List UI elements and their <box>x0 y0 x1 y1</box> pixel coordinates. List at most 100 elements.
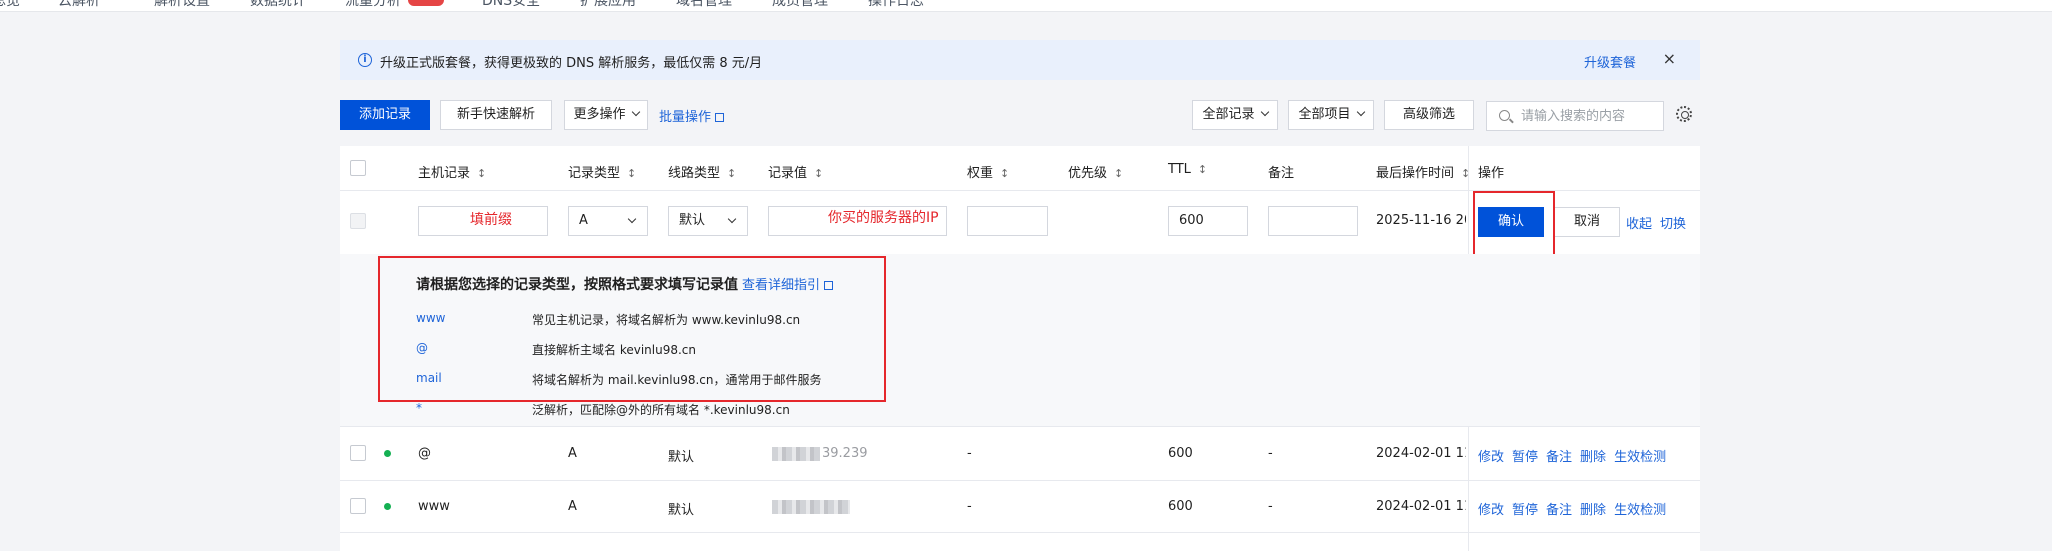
batch-actions-link[interactable]: 批量操作 <box>659 106 725 125</box>
cell-ttl: 600 <box>1168 446 1193 461</box>
nav-item[interactable]: 扩展应用 <box>580 0 636 10</box>
redacted-value <box>772 500 850 514</box>
column-header-last-modified[interactable]: 最后操作时间 ↕ <box>1376 162 1470 181</box>
nav-item[interactable]: 域名管理 <box>676 0 732 10</box>
record-filter-label: 全部记录 <box>1202 107 1255 122</box>
cancel-button[interactable]: 取消 <box>1554 207 1620 237</box>
chevron-down-icon <box>1356 107 1365 117</box>
line-type-select[interactable]: 默认 <box>668 206 748 236</box>
cell-line: 默认 <box>668 503 695 518</box>
divider <box>340 480 1700 481</box>
sort-icon[interactable]: ↕ <box>627 167 636 180</box>
column-header-remark: 备注 <box>1268 166 1295 181</box>
new-badge <box>408 0 444 6</box>
batch-actions-label: 批量操作 <box>659 110 712 125</box>
format-guide-panel: 请根据您选择的记录类型，按照格式要求填写记录值 查看详细指引 www 常见主机记录… <box>340 254 1700 426</box>
remark-link[interactable]: 备注 <box>1546 503 1572 518</box>
info-icon: i <box>358 53 372 67</box>
guide-key: * <box>416 401 422 415</box>
more-actions-dropdown[interactable]: 更多操作 <box>564 100 648 130</box>
delete-link[interactable]: 删除 <box>1580 450 1606 465</box>
column-header-type[interactable]: 记录类型 ↕ <box>568 162 636 181</box>
effect-check-link[interactable]: 生效检测 <box>1614 503 1666 518</box>
highlight-box <box>1473 191 1555 257</box>
row-actions: 修改 暂停 备注 删除 生效检测 <box>1478 446 1674 465</box>
column-header-weight[interactable]: 权重 ↕ <box>967 162 1009 181</box>
divider <box>340 426 1700 427</box>
switch-link[interactable]: 切换 <box>1660 217 1686 232</box>
remark-input[interactable] <box>1268 206 1358 236</box>
edit-link[interactable]: 修改 <box>1478 450 1504 465</box>
project-filter-label: 全部项目 <box>1298 107 1351 122</box>
cell-line: 默认 <box>668 450 695 465</box>
upgrade-link[interactable]: 升级套餐 <box>1584 52 1636 71</box>
cell-remark: - <box>1268 446 1273 461</box>
edit-row-links: 收起 切换 <box>1626 213 1694 232</box>
nav-item[interactable]: 流量分析 <box>345 0 401 10</box>
nav-item[interactable]: 成员管理 <box>772 0 828 10</box>
row-checkbox[interactable] <box>350 445 366 461</box>
sort-icon[interactable]: ↕ <box>727 167 736 180</box>
add-record-button[interactable]: 添加记录 <box>340 100 430 130</box>
delete-link[interactable]: 删除 <box>1580 503 1606 518</box>
column-header-host[interactable]: 主机记录 ↕ <box>418 162 486 181</box>
cell-value: 39.239 <box>822 446 868 461</box>
guide-desc: 泛解析，匹配除@外的所有域名 *.kevinlu98.cn <box>532 403 790 417</box>
nav-item[interactable]: 操作日志 <box>868 0 924 10</box>
weight-input[interactable] <box>967 206 1048 236</box>
record-type-value: A <box>579 213 588 228</box>
search-box[interactable] <box>1486 101 1664 131</box>
column-header-value[interactable]: 记录值 ↕ <box>768 162 823 181</box>
header-label: 优先级 <box>1068 166 1108 181</box>
sort-icon[interactable]: ↕ <box>814 167 823 180</box>
pause-link[interactable]: 暂停 <box>1512 503 1538 518</box>
header-label: TTL <box>1168 162 1191 177</box>
column-header-priority[interactable]: 优先级 ↕ <box>1068 162 1123 181</box>
header-label: 主机记录 <box>418 166 471 181</box>
record-filter-dropdown[interactable]: 全部记录 <box>1192 100 1278 130</box>
nav-item[interactable]: 云解析 <box>58 0 100 10</box>
banner-text: 升级正式版套餐，获得更极致的 DNS 解析服务，最低仅需 8 元/月 <box>380 56 763 71</box>
sort-icon[interactable]: ↕ <box>1461 167 1470 180</box>
close-icon[interactable]: × <box>1663 49 1676 68</box>
nav-item[interactable]: 数据统计 <box>250 0 306 10</box>
nav-item[interactable]: 总览 <box>0 0 20 10</box>
advanced-filter-button[interactable]: 高级筛选 <box>1384 100 1474 130</box>
sort-icon[interactable]: ↕ <box>1114 167 1123 180</box>
collapse-link[interactable]: 收起 <box>1626 217 1652 232</box>
header-label: 最后操作时间 <box>1376 166 1455 181</box>
chevron-down-icon <box>631 107 640 117</box>
cell-weight: - <box>967 499 972 514</box>
edit-link[interactable]: 修改 <box>1478 503 1504 518</box>
cell-host: www <box>418 499 450 514</box>
record-type-select[interactable]: A <box>568 206 648 236</box>
gear-icon[interactable] <box>1676 106 1692 122</box>
value-annotation: 你买的服务器的IP <box>828 210 939 226</box>
chevron-down-icon <box>1260 107 1269 117</box>
effect-check-link[interactable]: 生效检测 <box>1614 450 1666 465</box>
cell-host: @ <box>418 446 431 461</box>
sort-icon[interactable]: ↕ <box>1198 163 1207 176</box>
quick-setup-button[interactable]: 新手快速解析 <box>440 100 552 130</box>
column-header-line[interactable]: 线路类型 ↕ <box>668 162 736 181</box>
select-all-checkbox[interactable] <box>350 160 366 176</box>
nav-item[interactable]: DNS安全 <box>482 0 540 10</box>
project-filter-dropdown[interactable]: 全部项目 <box>1288 100 1374 130</box>
nav-item[interactable]: 解析设置 <box>154 0 210 10</box>
column-header-ttl[interactable]: TTL ↕ <box>1168 162 1207 177</box>
top-navigation: 总览 云解析 解析设置 数据统计 流量分析 DNS安全 扩展应用 域名管理 成员… <box>0 0 2052 12</box>
upgrade-banner: i 升级正式版套餐，获得更极致的 DNS 解析服务，最低仅需 8 元/月 升级套… <box>340 40 1700 80</box>
chevron-down-icon <box>727 214 737 224</box>
pause-link[interactable]: 暂停 <box>1512 450 1538 465</box>
row-checkbox[interactable] <box>350 498 366 514</box>
divider <box>340 532 1700 533</box>
ttl-input[interactable]: 600 <box>1168 206 1248 236</box>
remark-link[interactable]: 备注 <box>1546 450 1572 465</box>
search-input[interactable] <box>1521 107 1656 125</box>
cell-type: A <box>568 499 577 514</box>
sort-icon[interactable]: ↕ <box>477 167 486 180</box>
header-label: 线路类型 <box>668 166 721 181</box>
row-actions: 修改 暂停 备注 删除 生效检测 <box>1478 499 1674 518</box>
sort-icon[interactable]: ↕ <box>1000 167 1009 180</box>
host-annotation: 填前缀 <box>470 212 512 228</box>
